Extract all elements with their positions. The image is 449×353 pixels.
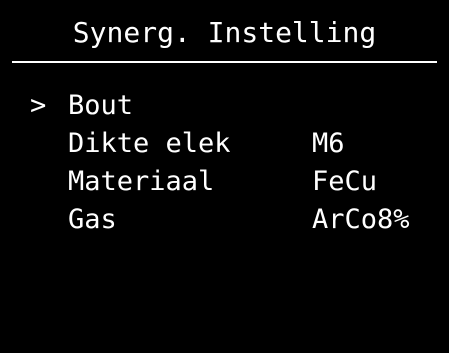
selection-cursor-icon: >: [30, 90, 47, 121]
menu-item-label: Bout: [68, 90, 134, 121]
lcd-screen: Synerg. Instelling > Bout Dikte elek M6 …: [0, 0, 449, 315]
menu-item-value: M6: [312, 128, 345, 159]
menu-item-materiaal[interactable]: Materiaal FeCu: [0, 163, 449, 201]
settings-menu: > Bout Dikte elek M6 Materiaal FeCu Gas …: [0, 87, 449, 239]
menu-item-label: Materiaal: [68, 166, 215, 197]
screen-title: Synerg. Instelling: [72, 16, 377, 49]
title-divider: [12, 61, 437, 63]
menu-item-bout[interactable]: > Bout: [0, 87, 449, 125]
menu-item-label: Gas: [68, 204, 117, 235]
menu-item-dikte-elek[interactable]: Dikte elek M6: [0, 125, 449, 163]
menu-item-value: FeCu: [312, 166, 378, 197]
menu-item-gas[interactable]: Gas ArCo8%: [0, 201, 449, 239]
menu-item-label: Dikte elek: [68, 128, 231, 159]
menu-item-value: ArCo8%: [312, 204, 410, 235]
